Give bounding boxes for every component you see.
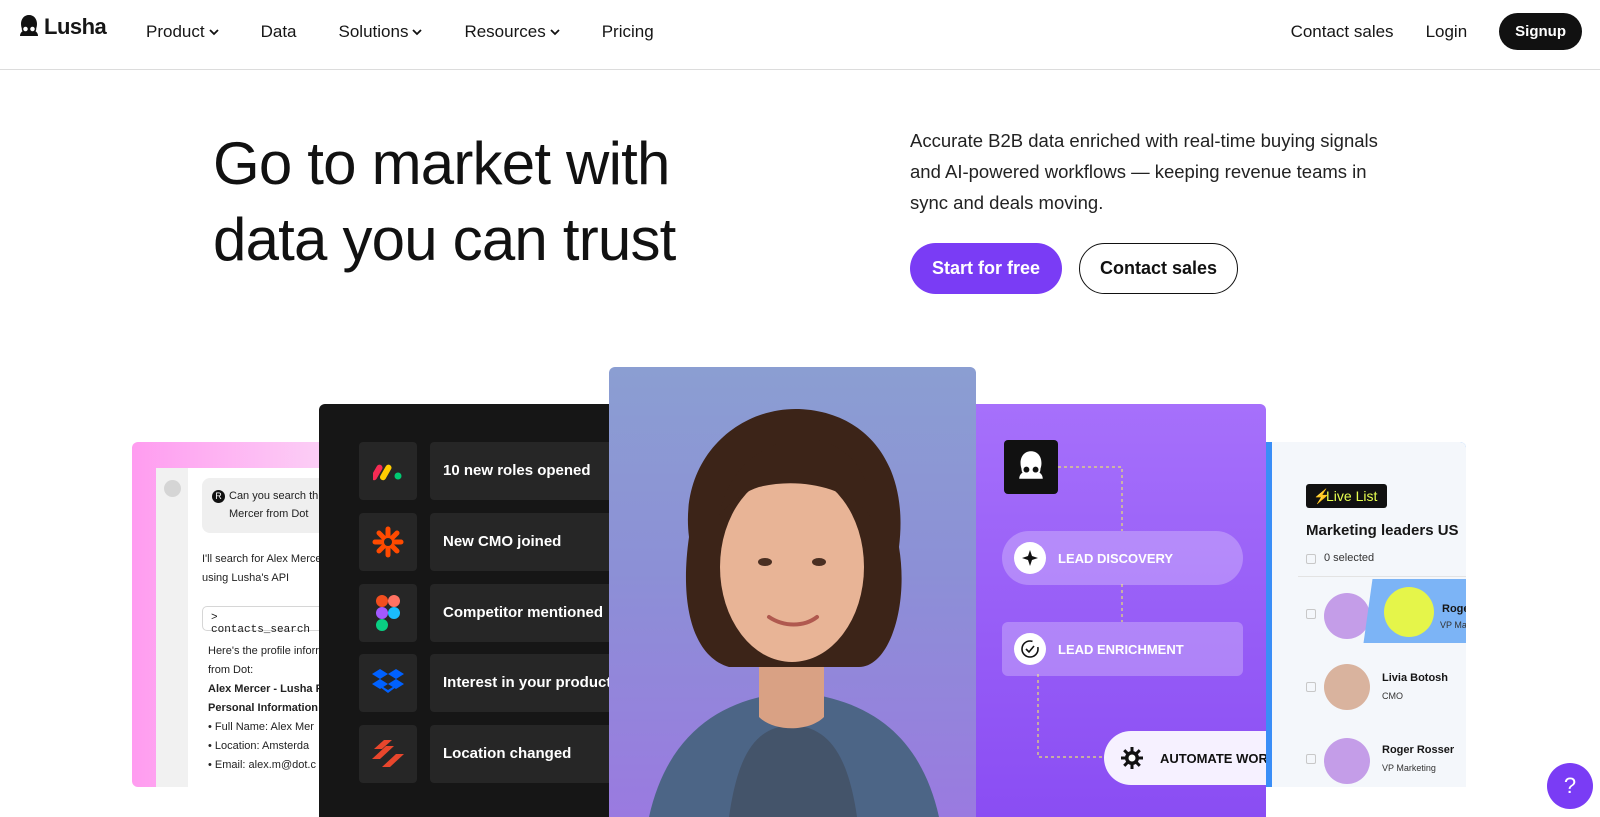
signal-label: Location changed [430, 725, 615, 783]
result-line4: Personal Information: [208, 702, 322, 714]
buying-signals-card: 10 new roles opened New CMO joined Compe… [319, 404, 615, 817]
person-role: CMO [1382, 691, 1403, 701]
chevron-down-icon [550, 29, 560, 36]
row-checkbox[interactable] [1306, 754, 1316, 764]
avatar [1324, 738, 1370, 784]
start-for-free-button[interactable]: Start for free [910, 243, 1062, 294]
nav-data[interactable]: Data [261, 20, 297, 44]
row-checkbox[interactable] [1306, 609, 1316, 619]
logo-text: Lusha [44, 14, 107, 39]
stack-logo-icon [359, 725, 417, 783]
hero-headline: Go to market with data you can trust [213, 126, 676, 278]
nav-login-link[interactable]: Login [1426, 22, 1468, 42]
table-row[interactable]: Roge VP Mar [1272, 579, 1466, 647]
profile-result: Here's the profile inforr from Dot: Alex… [208, 645, 323, 771]
dropbox-logo-icon [359, 654, 417, 712]
nav-solutions[interactable]: Solutions [339, 20, 423, 44]
hero-headline-line2: data you can trust [213, 206, 676, 273]
reply-line1: I'll search for Alex Merce [202, 553, 322, 565]
lusha-logo[interactable]: Lusha [18, 14, 107, 40]
user-message-line1: Can you search th [229, 490, 319, 502]
user-badge: R [212, 490, 225, 503]
hero-headline-line1: Go to market with [213, 130, 670, 197]
result-line2: from Dot: [208, 664, 254, 676]
nav-solutions-label: Solutions [338, 22, 409, 41]
step-lead-discovery: LEAD DISCOVERY [1002, 531, 1243, 585]
lightning-icon: ⚡ [1313, 488, 1331, 504]
avatar [1384, 587, 1434, 637]
avatar [1324, 593, 1370, 639]
chevron-down-icon [412, 29, 423, 36]
nav-contact-sales-link[interactable]: Contact sales [1291, 22, 1394, 42]
avatar-placeholder [164, 480, 181, 497]
command-chip: > contacts_search [202, 606, 332, 636]
nav-product-label: Product [146, 22, 205, 41]
sparkle-icon [1014, 542, 1046, 574]
hero-description: Accurate B2B data enriched with real-tim… [910, 130, 1378, 213]
step-label: AUTOMATE WOR [1160, 750, 1266, 766]
zapier-logo-icon [359, 513, 417, 571]
divider [1298, 576, 1466, 577]
help-button[interactable]: ? [1547, 763, 1593, 809]
workflow-card: LEAD DISCOVERY LEAD ENRICHMENT AUTOMATE … [976, 404, 1266, 817]
step-lead-enrichment: LEAD ENRICHMENT [1002, 622, 1243, 676]
gear-icon [1116, 742, 1148, 774]
nav-actions: Contact sales Login Signup [1291, 13, 1582, 50]
signal-label: Interest in your product [430, 654, 615, 712]
step-automate-workflows: AUTOMATE WOR [1104, 731, 1266, 785]
chat-sidebar [156, 468, 188, 787]
nav-resources[interactable]: Resources [464, 20, 560, 44]
live-list-badge: ⚡ Live List [1306, 484, 1388, 508]
nav-data-label: Data [260, 22, 297, 41]
person-name: Livia Botosh [1382, 672, 1449, 684]
person-role: VP Marketing [1382, 763, 1436, 773]
refresh-check-icon [1014, 633, 1046, 665]
nav-pricing-label: Pricing [601, 22, 654, 41]
live-list-card: ⚡ Live List Marketing leaders US 0 select… [1266, 442, 1466, 787]
person-role: VP Mar [1440, 620, 1466, 630]
main-nav-links: Product Data Solutions Resources Pricing [146, 20, 696, 44]
step-label: LEAD DISCOVERY [1058, 550, 1174, 566]
signal-label: 10 new roles opened [430, 442, 615, 500]
live-list-panel: ⚡ Live List Marketing leaders US 0 select… [1266, 442, 1466, 787]
portrait-photo [609, 367, 976, 817]
bullet-name: Full Name: Alex Mer [214, 721, 314, 733]
signup-button[interactable]: Signup [1499, 13, 1582, 50]
bullet-location: Location: Amsterda [214, 740, 310, 752]
assistant-reply: I'll search for Alex Merce using Lusha's… [202, 550, 321, 588]
select-all-checkbox[interactable] [1306, 554, 1316, 564]
top-nav: Lusha Product Data Solutions Resources P… [0, 0, 1600, 70]
signal-label: Competitor mentioned [430, 584, 615, 642]
list-title: Marketing leaders US [1306, 522, 1459, 539]
reply-line2: using Lusha's API [202, 572, 290, 584]
user-message-bubble: R Can you search th Mercer from Dot [202, 478, 332, 533]
table-row[interactable]: Livia Botosh CMO [1272, 660, 1466, 720]
ai-chat-card: R Can you search th Mercer from Dot I'll … [132, 442, 332, 787]
nav-resources-label: Resources [464, 22, 546, 41]
bullet-email: Email: alex.m@dot.c [214, 759, 316, 771]
person-name: Roger Rosser [1382, 744, 1455, 756]
user-message-line2: Mercer from Dot [229, 508, 309, 520]
avatar [1324, 664, 1370, 710]
signal-label: New CMO joined [430, 513, 615, 571]
live-list-badge-label: Live List [1326, 488, 1378, 504]
result-line3: Alex Mercer - Lusha P [208, 683, 323, 695]
contact-sales-button[interactable]: Contact sales [1079, 243, 1238, 294]
figma-logo-icon [359, 584, 417, 642]
woman-portrait-image [649, 408, 939, 817]
nav-product[interactable]: Product [146, 20, 219, 44]
nav-pricing[interactable]: Pricing [602, 20, 654, 44]
chat-window: R Can you search th Mercer from Dot I'll … [156, 468, 332, 787]
step-label: LEAD ENRICHMENT [1058, 641, 1184, 657]
table-row[interactable]: Roger Rosser VP Marketing [1272, 732, 1466, 787]
chevron-down-icon [208, 29, 219, 36]
result-line1: Here's the profile inforr [208, 645, 319, 657]
row-checkbox[interactable] [1306, 682, 1316, 692]
person-name: Roge [1442, 603, 1466, 615]
lusha-logo-icon [20, 15, 38, 36]
selected-count: 0 selected [1324, 552, 1375, 564]
monday-logo-icon [359, 442, 417, 500]
